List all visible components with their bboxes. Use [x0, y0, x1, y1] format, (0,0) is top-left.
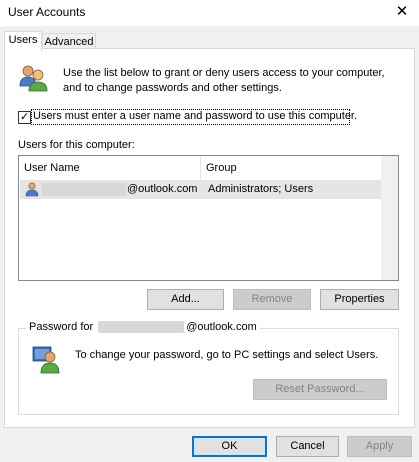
- require-login-label[interactable]: Users must enter a user name and passwor…: [33, 110, 357, 122]
- user-key-icon: [31, 343, 63, 375]
- redacted-username: [98, 321, 185, 334]
- password-group-legend: Password for @outlook.com: [26, 321, 260, 334]
- add-button[interactable]: Add...: [147, 289, 224, 310]
- tab-users[interactable]: Users: [4, 31, 42, 51]
- redacted-username: [42, 183, 126, 196]
- tab-users-label: Users: [8, 34, 38, 46]
- properties-button-label: Properties: [334, 293, 385, 305]
- ok-button[interactable]: OK: [192, 436, 267, 457]
- reset-password-button[interactable]: Reset Password...: [253, 379, 387, 400]
- tab-advanced-label: Advanced: [44, 36, 94, 48]
- legend-suffix: @outlook.com: [186, 321, 257, 333]
- close-icon[interactable]: ✕: [387, 0, 417, 26]
- users-list-label: Users for this computer:: [18, 139, 135, 151]
- legend-prefix: Password for: [29, 321, 94, 333]
- reset-password-label: Reset Password...: [275, 383, 365, 395]
- cancel-button[interactable]: Cancel: [276, 436, 339, 457]
- user-group: Administrators; Users: [208, 183, 314, 195]
- apply-button[interactable]: Apply: [347, 436, 412, 457]
- cancel-button-label: Cancel: [290, 440, 325, 452]
- users-icon: [17, 62, 49, 94]
- column-header-group[interactable]: Group: [201, 156, 382, 180]
- checkmark-icon: ✓: [20, 111, 30, 123]
- password-groupbox: [18, 328, 399, 415]
- users-listview[interactable]: User Name Group @outlook.com Administrat…: [18, 155, 399, 281]
- table-row[interactable]: @outlook.com Administrators; Users: [20, 180, 381, 199]
- user-email-suffix: @outlook.com: [127, 183, 198, 195]
- ok-button-label: OK: [221, 440, 238, 452]
- apply-button-label: Apply: [365, 440, 394, 452]
- column-header-user-name[interactable]: User Name: [19, 156, 201, 180]
- user-icon: [24, 181, 40, 197]
- remove-button-label: Remove: [251, 293, 293, 305]
- window-title: User Accounts: [8, 5, 86, 19]
- scrollbar[interactable]: [381, 156, 398, 280]
- intro-text: Use the list below to grant or deny user…: [63, 67, 385, 94]
- password-info-text: To change your password, go to PC settin…: [75, 349, 379, 361]
- properties-button[interactable]: Properties: [320, 289, 399, 310]
- require-login-checkbox[interactable]: ✓: [18, 111, 31, 124]
- remove-button[interactable]: Remove: [233, 289, 311, 310]
- add-button-label: Add...: [171, 293, 200, 305]
